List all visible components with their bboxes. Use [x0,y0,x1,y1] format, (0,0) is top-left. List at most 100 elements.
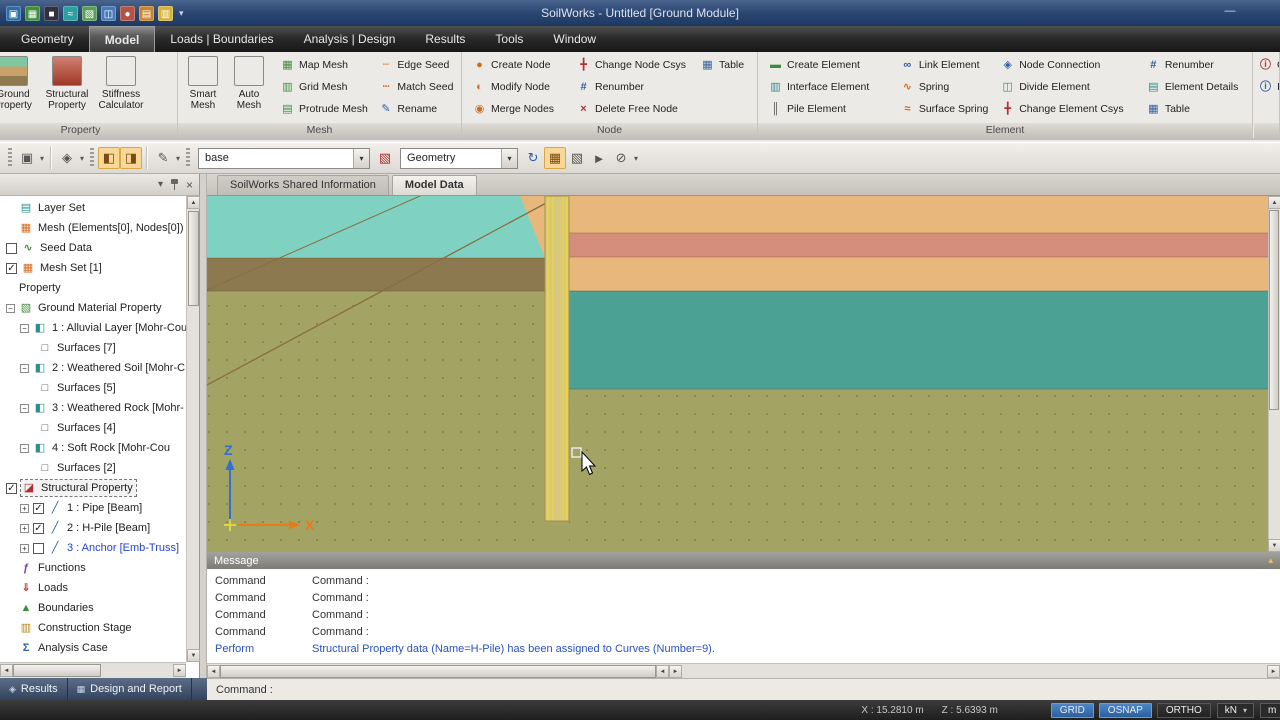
toolbar-drag-handle[interactable] [186,148,190,168]
chevron-down-icon[interactable]: ▾ [158,180,163,190]
panel-splitter[interactable] [200,174,207,678]
chevron-down-icon[interactable]: ▾ [80,154,84,163]
auto-mesh-button[interactable]: Auto Mesh [226,54,272,120]
scroll-down-button[interactable]: ▼ [187,649,200,662]
copy-layer-icon[interactable]: ◧ [98,147,120,169]
clipped-button-1[interactable]: ⓘO [1256,55,1280,75]
tree-item-surfaces-7[interactable]: □Surfaces [7] [0,338,186,358]
chevron-down-icon[interactable]: ▾ [40,154,44,163]
tree-item-mesh[interactable]: ▦Mesh (Elements[0], Nodes[0]) [0,218,186,238]
expand-expander[interactable]: + [20,544,29,553]
grid-toggle-button[interactable]: GRID [1051,703,1094,718]
tab-results-bottom[interactable]: ◈Results [0,678,68,700]
expand-expander[interactable]: + [20,524,29,533]
checkbox-checked[interactable]: ✓ [33,503,44,514]
scroll-right-button[interactable]: ► [1267,665,1280,678]
canvas-vertical-scrollbar[interactable]: ▲ ▼ [1268,196,1280,552]
box-select-icon[interactable]: ◈ [56,147,78,169]
match-seed-button[interactable]: ┉Match Seed [376,77,459,97]
link-element-button[interactable]: ∞Link Element [898,55,992,75]
chevron-down-icon[interactable]: ▾ [501,149,517,168]
message-horizontal-scrollbar[interactable]: ◄ ◄ ► ► [207,663,1280,678]
tree-item-weathered-rock[interactable]: −◧3 : Weathered Rock [Mohr- [0,398,186,418]
tree-item-loads[interactable]: ⇓Loads [0,578,186,598]
create-node-button[interactable]: ●Create Node [470,55,568,75]
tree-item-ground-material-property[interactable]: −▧Ground Material Property [0,298,186,318]
scrollbar-thumb[interactable] [220,665,656,678]
tree-vertical-scrollbar[interactable]: ▲ ▼ [186,196,199,662]
tab-model[interactable]: Model [89,26,156,52]
expand-expander[interactable]: + [20,504,29,513]
tab-tools[interactable]: Tools [480,26,538,52]
renumber-element-button[interactable]: #Renumber [1144,55,1250,75]
interface-element-button[interactable]: ▥Interface Element [766,77,892,97]
tree-item-alluvial-layer[interactable]: −◧1 : Alluvial Layer [Mohr-Coul [0,318,186,338]
collapse-expander[interactable]: − [6,304,15,313]
toolbar-drag-handle[interactable] [8,148,12,168]
tree-item-pipe-beam[interactable]: +✓╱1 : Pipe [Beam] [0,498,186,518]
layer-combo[interactable]: base ▾ [198,148,370,169]
tab-soilworks-shared-information[interactable]: SoilWorks Shared Information [217,175,389,195]
change-element-csys-button[interactable]: ╋Change Element Csys [998,99,1138,119]
clipped-button-2[interactable]: ⓘInfo [1256,77,1280,97]
tree-item-seed-data[interactable]: ∿Seed Data [0,238,186,258]
chevron-down-icon[interactable]: ▾ [634,154,638,163]
divide-element-button[interactable]: ◫Divide Element [998,77,1138,97]
checkbox-checked[interactable]: ✓ [6,483,17,494]
collapse-expander[interactable]: − [20,404,29,413]
node-connection-button[interactable]: ◈Node Connection [998,55,1138,75]
tree-item-analysis-case[interactable]: ΣAnalysis Case [0,638,186,658]
tab-loads-boundaries[interactable]: Loads | Boundaries [155,26,288,52]
paste-layer-icon[interactable]: ◨ [120,147,142,169]
layer-filter-icon[interactable]: ▧ [374,147,396,169]
checkbox-unchecked[interactable] [6,243,17,254]
collapse-expander[interactable]: − [20,444,29,453]
tree-item-construction-stage[interactable]: ▥Construction Stage [0,618,186,638]
scroll-left-button[interactable]: ◄ [0,664,13,677]
tree-item-anchor-embtruss[interactable]: +╱3 : Anchor [Emb-Truss] [0,538,186,558]
scrollbar-thumb[interactable] [13,664,101,677]
chevron-down-icon[interactable]: ▾ [1243,706,1247,715]
grid-snap-icon[interactable]: ▦ [544,147,566,169]
tree-item-weathered-soil[interactable]: −◧2 : Weathered Soil [Mohr-C [0,358,186,378]
renumber-node-button[interactable]: #Renumber [574,77,692,97]
tree-item-hpile-beam[interactable]: +✓╱2 : H-Pile [Beam] [0,518,186,538]
tree-item-surfaces-5[interactable]: □Surfaces [5] [0,378,186,398]
chevron-down-icon[interactable]: ▾ [353,149,369,168]
checkbox-unchecked[interactable] [33,543,44,554]
collapse-expander[interactable]: − [20,324,29,333]
force-unit-combo[interactable]: kN ▾ [1217,703,1254,718]
tab-results[interactable]: Results [410,26,480,52]
tree-item-structural-property[interactable]: ✓◪Structural Property [0,478,186,498]
osnap-toggle-button[interactable]: OSNAP [1099,703,1152,718]
tab-design-and-report[interactable]: ▦Design and Report [68,678,192,700]
tree-item-surfaces-2[interactable]: □Surfaces [2] [0,458,186,478]
redraw-icon[interactable]: ↻ [522,147,544,169]
scroll-left-button[interactable]: ◄ [207,665,220,678]
tree-item-functions[interactable]: ƒFunctions [0,558,186,578]
spring-button[interactable]: ∿Spring [898,77,992,97]
ortho-toggle-button[interactable]: ORTHO [1157,703,1211,718]
protrude-mesh-button[interactable]: ▤Protrude Mesh [278,99,370,119]
tab-model-data[interactable]: Model Data [392,175,477,195]
minimize-button[interactable]: — [1218,4,1242,21]
split-left-button[interactable]: ◄ [656,665,669,678]
tab-window[interactable]: Window [538,26,611,52]
snap-off-icon[interactable]: ⊘ [610,147,632,169]
select-tool-icon[interactable]: ▣ [16,147,38,169]
tree-item-boundaries[interactable]: ▲Boundaries [0,598,186,618]
tree-item-property[interactable]: Property [0,278,186,298]
edge-seed-button[interactable]: ┄Edge Seed [376,55,459,75]
change-node-csys-button[interactable]: ╋Change Node Csys [574,55,692,75]
tab-geometry[interactable]: Geometry [6,26,89,52]
delete-free-node-button[interactable]: ×Delete Free Node [574,99,692,119]
scroll-up-button[interactable]: ▲ [1268,196,1280,209]
create-element-button[interactable]: ▬Create Element [766,55,892,75]
ground-property-button[interactable]: Ground Property [0,54,40,120]
modify-node-button[interactable]: ◐Modify Node [470,77,568,97]
tree-item-soft-rock[interactable]: −◧4 : Soft Rock [Mohr-Cou [0,438,186,458]
stiffness-calculator-button[interactable]: Stiffness Calculator [94,54,148,120]
rename-button[interactable]: ✎Rename [376,99,459,119]
smart-mesh-button[interactable]: Smart Mesh [180,54,226,120]
pick-cursor-icon[interactable]: ► [588,147,610,169]
